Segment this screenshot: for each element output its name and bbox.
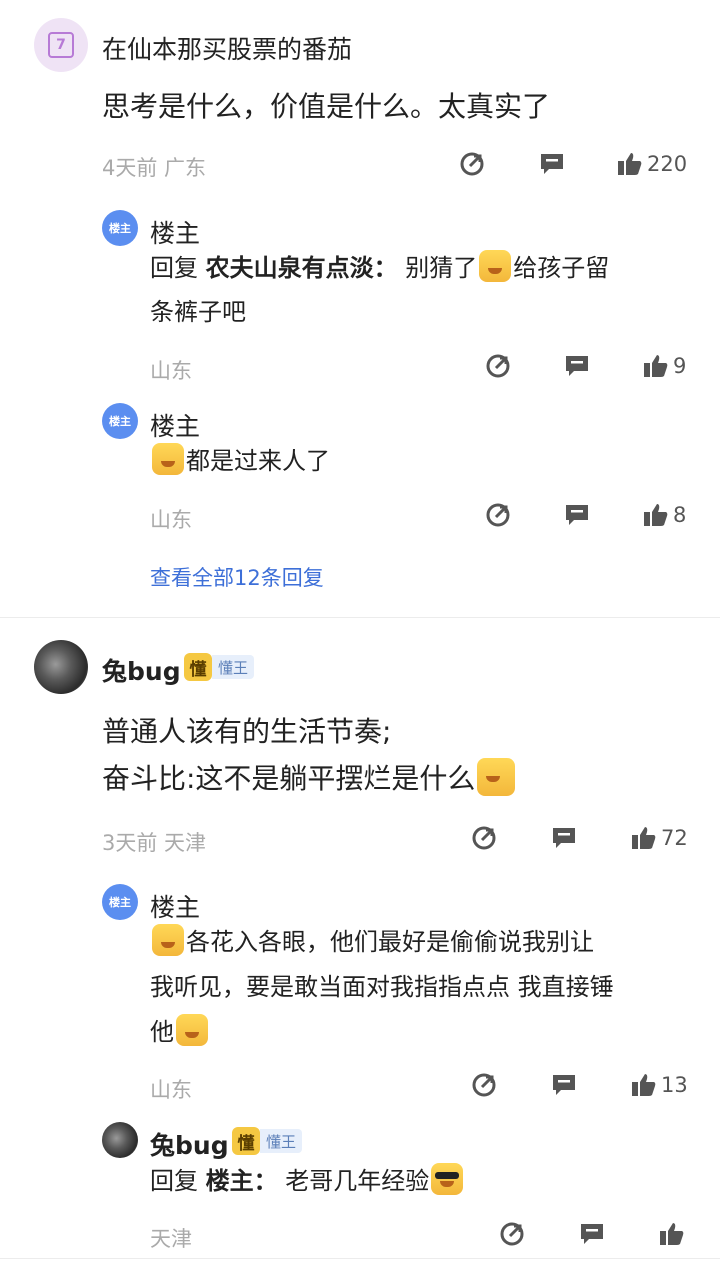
grin-emoji-icon (176, 1014, 208, 1046)
reply-prefix: 回复 (150, 254, 198, 282)
owner-avatar[interactable]: 楼主 (102, 403, 138, 439)
user-badge: 懂 懂王 (184, 653, 255, 681)
share-icon (460, 152, 484, 176)
reply-text: 别猜了 (405, 254, 478, 282)
like-button[interactable]: 8 (642, 501, 686, 529)
share-icon (486, 503, 510, 527)
reply-author[interactable]: 楼主 (150, 214, 200, 250)
reply-text-line: 各花入各眼，他们最好是偷偷说我别让 (150, 920, 594, 964)
like-count: 72 (661, 826, 688, 850)
divider (0, 617, 720, 618)
reply-meta: 山东 (150, 508, 192, 532)
reply-prefix: 回复 (150, 1167, 198, 1195)
divider (0, 1258, 720, 1259)
share-button[interactable] (484, 352, 512, 380)
reply-meta: 山东 (150, 359, 192, 383)
view-all-replies-link[interactable]: 查看全部12条回复 (150, 562, 324, 592)
thumbs-up-icon (644, 355, 668, 377)
like-count: 220 (647, 152, 688, 176)
comment-text: 思考是什么，价值是什么。太真实了 (102, 90, 551, 123)
reply-button[interactable] (538, 150, 566, 178)
share-button[interactable] (470, 824, 498, 852)
comment-icon (541, 154, 563, 174)
grin-emoji-icon (479, 250, 512, 282)
thumbs-up-icon (632, 1074, 656, 1096)
comment-author[interactable]: 兔bug (102, 652, 181, 688)
share-icon (486, 354, 510, 378)
like-count: 9 (673, 354, 687, 378)
reply-text-line: 我听见，要是敢当面对我指指点点 我直接锤 (150, 973, 614, 1001)
like-button[interactable]: 13 (630, 1071, 688, 1099)
reply-author[interactable]: 兔bug (150, 1126, 229, 1162)
comment-icon (566, 505, 588, 525)
reply-text: 都是过来人了 (186, 447, 330, 475)
comment-icon (553, 1075, 575, 1095)
reply-button[interactable] (550, 824, 578, 852)
comment-meta: 3天前 天津 (102, 831, 207, 855)
reply-to-user[interactable]: 农夫山泉有点淡： (206, 254, 398, 282)
calendar-icon: 7 (48, 32, 74, 58)
reply-text-line: 回复 楼主： 老哥几年经验 (150, 1159, 465, 1203)
comment-text: 普通人该有的生活节奏; (102, 715, 392, 748)
comment-icon (581, 1224, 603, 1244)
reply-button[interactable] (550, 1071, 578, 1099)
like-button[interactable]: 72 (630, 824, 688, 852)
badge-label: 懂王 (260, 1129, 303, 1153)
grin-emoji-icon (152, 924, 184, 956)
share-button[interactable] (470, 1071, 498, 1099)
reply-button[interactable] (563, 352, 591, 380)
thumbs-up-icon (644, 504, 668, 526)
badge-label: 懂王 (212, 655, 255, 679)
comment-icon (553, 828, 575, 848)
reply-text: 给孩子留 (513, 254, 610, 282)
user-avatar[interactable] (102, 1122, 138, 1158)
reply-text-line: 回复 农夫山泉有点淡： 别猜了 给孩子留 (150, 246, 609, 290)
badge-icon: 懂 (232, 1127, 260, 1155)
like-button[interactable]: 220 (616, 150, 687, 178)
reply-text: 他 (150, 1018, 174, 1046)
user-badge: 懂 懂王 (232, 1127, 303, 1155)
share-icon (472, 1073, 496, 1097)
reply-author[interactable]: 楼主 (150, 888, 200, 924)
comment-icon (566, 356, 588, 376)
user-avatar[interactable]: 7 (34, 18, 88, 72)
like-button[interactable] (658, 1220, 686, 1248)
comment-meta: 4天前 广东 (102, 156, 207, 180)
laugh-emoji-icon (477, 758, 516, 796)
reply-button[interactable] (563, 501, 591, 529)
share-icon (500, 1222, 524, 1246)
share-button[interactable] (458, 150, 486, 178)
share-icon (472, 826, 496, 850)
like-count: 13 (661, 1073, 688, 1097)
reply-meta: 天津 (150, 1227, 192, 1251)
like-count: 8 (673, 503, 687, 527)
share-button[interactable] (498, 1220, 526, 1248)
reply-text-line: 他 (150, 1010, 210, 1054)
reply-text: 老哥几年经验 (285, 1167, 430, 1195)
thumbs-up-icon (618, 153, 642, 175)
reply-text-line: 都是过来人了 (150, 439, 330, 483)
sunglasses-emoji-icon (431, 1163, 464, 1195)
badge-icon: 懂 (184, 653, 212, 681)
reply-text: 各花入各眼，他们最好是偷偷说我别让 (186, 928, 594, 956)
user-avatar[interactable] (34, 640, 88, 694)
comment-author[interactable]: 在仙本那买股票的番茄 (102, 30, 352, 66)
owner-avatar[interactable]: 楼主 (102, 210, 138, 246)
reply-author[interactable]: 楼主 (150, 407, 200, 443)
thumbs-up-icon (632, 827, 656, 849)
reply-text-line: 条裤子吧 (150, 298, 246, 326)
owner-avatar[interactable]: 楼主 (102, 884, 138, 920)
thumbs-up-icon (660, 1223, 684, 1245)
like-button[interactable]: 9 (642, 352, 686, 380)
comment-text: 奋斗比:这不是躺平摆烂是什么 (102, 756, 517, 802)
share-button[interactable] (484, 501, 512, 529)
reply-button[interactable] (578, 1220, 606, 1248)
reply-meta: 山东 (150, 1078, 192, 1102)
grin-emoji-icon (152, 443, 184, 475)
reply-to-user[interactable]: 楼主： (206, 1167, 278, 1195)
